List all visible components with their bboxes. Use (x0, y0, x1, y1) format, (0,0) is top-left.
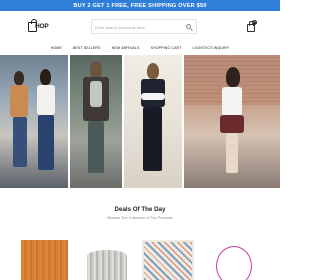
deals-title: Deals Of The Day (114, 206, 166, 213)
hero-image-4 (184, 55, 280, 188)
site-header: HOP 0 (0, 11, 280, 43)
product-card-4[interactable] (212, 240, 260, 280)
hero-image-1 (0, 55, 68, 188)
hero-banner[interactable] (0, 55, 280, 188)
deals-subtitle: Browse The Collection of Top Products (107, 216, 173, 220)
product-card-3[interactable] (142, 240, 194, 280)
shopping-bag-icon (247, 21, 255, 32)
promo-bar: BUY 2 GET 1 FREE, FREE SHIPPING OVER $50 (0, 0, 280, 11)
nav-item-new-arrivals[interactable]: NEW ARRIVALS (112, 46, 140, 50)
hero-image-2 (70, 55, 122, 188)
product-image-2 (87, 250, 127, 280)
nav-item-best-sellers[interactable]: BEST SELLERS (73, 46, 101, 50)
search-icon[interactable] (186, 24, 191, 29)
promo-text: BUY 2 GET 1 FREE, FREE SHIPPING OVER $50 (73, 2, 207, 9)
product-image-3 (144, 242, 192, 280)
search-input[interactable] (95, 22, 183, 32)
search-box (91, 19, 197, 34)
hero-image-3 (124, 55, 182, 188)
product-card-2[interactable] (83, 240, 133, 280)
cart-count-badge: 0 (252, 20, 257, 25)
main-nav: HOME BEST SELLERS NEW ARRIVALS SHOPPING … (0, 43, 280, 53)
product-card-1[interactable] (21, 240, 68, 280)
product-image-4 (216, 246, 252, 280)
nav-item-home[interactable]: HOME (51, 46, 62, 50)
nav-item-shopping-cart[interactable]: SHOPPING CART (151, 46, 182, 50)
nav-item-logistics-inquiry[interactable]: LOGISTICS INQUIRY (193, 46, 230, 50)
logo-text: HOP (35, 23, 49, 30)
cart-button[interactable]: 0 (246, 20, 257, 33)
site-logo[interactable]: HOP (28, 19, 49, 34)
